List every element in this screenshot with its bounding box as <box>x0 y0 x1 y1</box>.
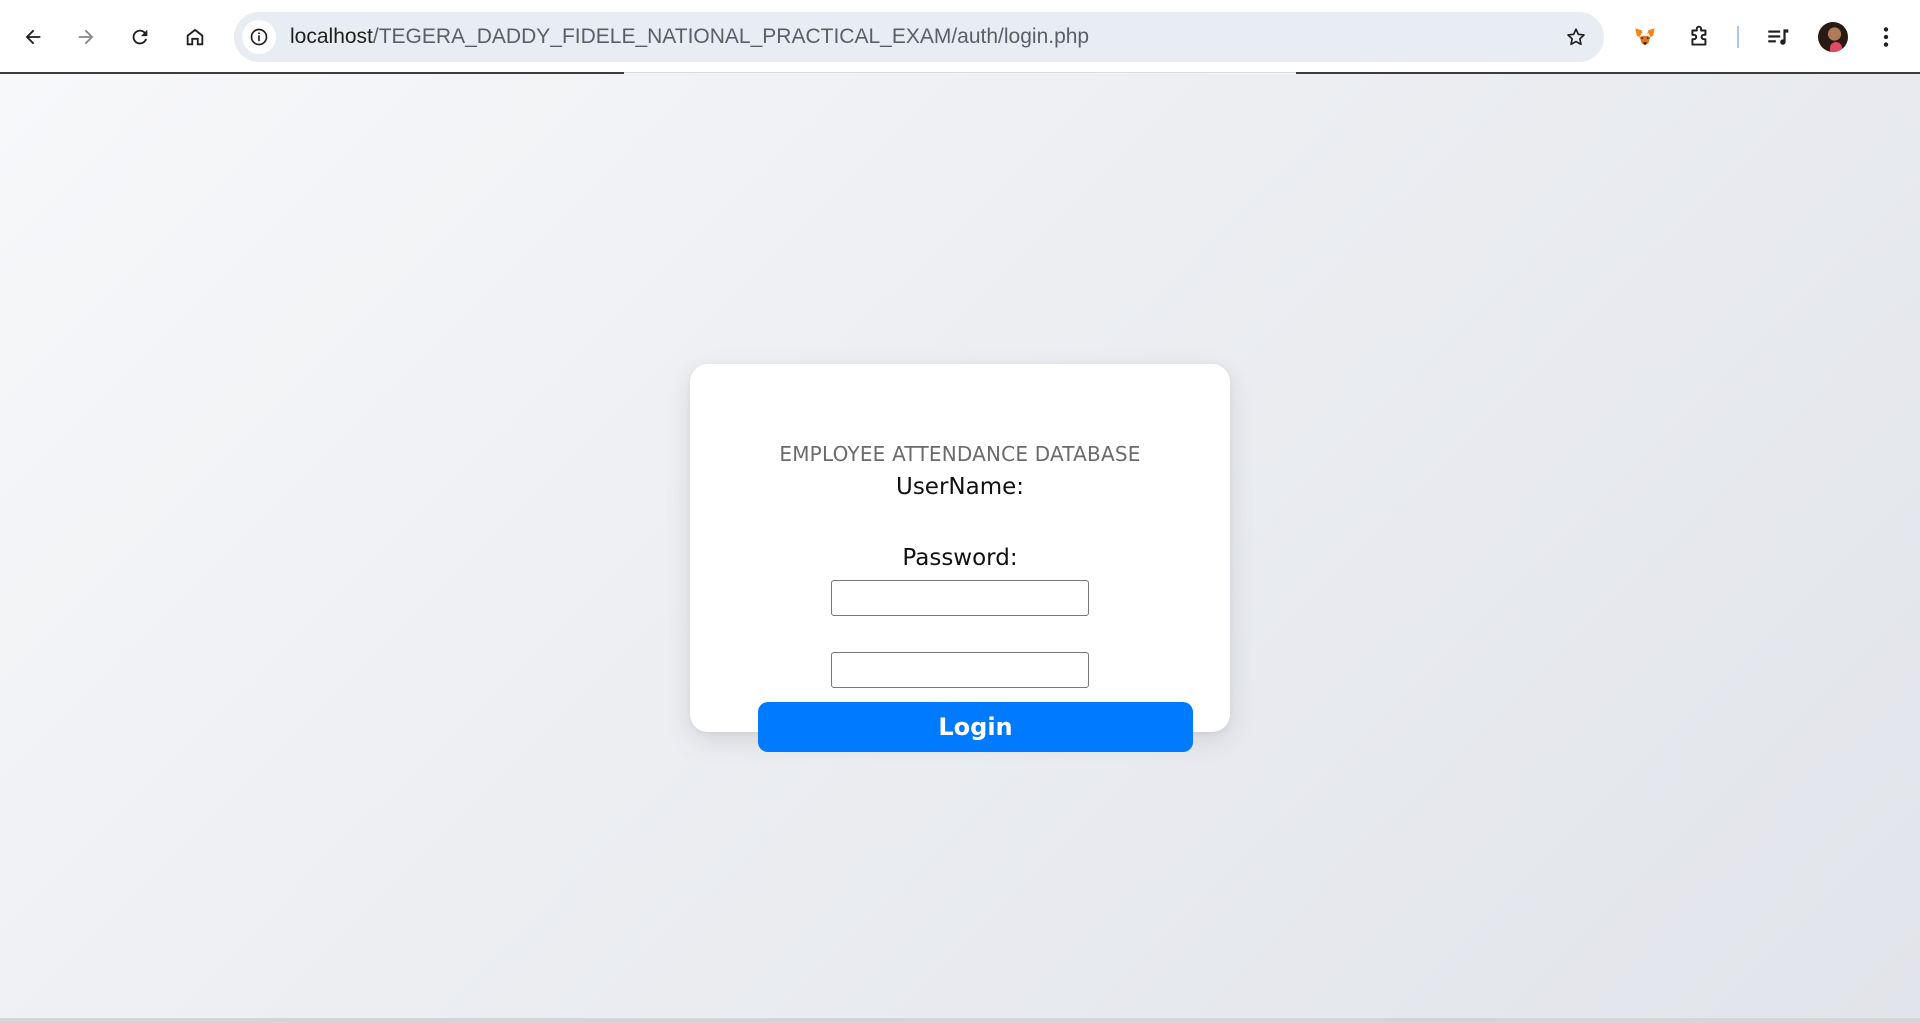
arrow-left-icon <box>25 29 41 45</box>
puzzle-icon <box>1691 25 1707 46</box>
bookmark-button[interactable] <box>1558 19 1594 55</box>
address-bar[interactable]: localhost/TEGERA_DADDY_FIDELE_NATIONAL_P… <box>234 12 1604 62</box>
password-input[interactable] <box>831 652 1089 688</box>
kebab-menu-icon <box>1883 27 1889 47</box>
back-button[interactable] <box>14 18 52 56</box>
avatar <box>1818 22 1848 52</box>
toolbar-divider <box>1737 26 1739 48</box>
page-content: EMPLOYEE ATTENDANCE DATABASE UserName: P… <box>0 74 1920 1023</box>
metamask-extension-button[interactable] <box>1626 18 1664 56</box>
profile-button[interactable] <box>1814 18 1852 56</box>
username-input[interactable] <box>831 580 1089 616</box>
home-button[interactable] <box>176 18 214 56</box>
login-card: EMPLOYEE ATTENDANCE DATABASE UserName: P… <box>690 364 1230 752</box>
media-controls-button[interactable] <box>1759 18 1797 56</box>
extensions-button[interactable] <box>1681 18 1719 56</box>
reload-button[interactable] <box>121 18 159 56</box>
bottom-edge <box>0 1018 1920 1023</box>
username-label: UserName: <box>895 474 1025 500</box>
arrow-right-icon <box>78 29 94 45</box>
login-button[interactable]: Login <box>758 702 1193 752</box>
browser-toolbar: localhost/TEGERA_DADDY_FIDELE_NATIONAL_P… <box>0 0 1920 73</box>
home-icon <box>186 28 204 46</box>
media-queue-icon <box>1768 29 1789 45</box>
url-text[interactable]: localhost/TEGERA_DADDY_FIDELE_NATIONAL_P… <box>290 12 1089 62</box>
fox-icon <box>1635 28 1655 46</box>
url-path: /TEGERA_DADDY_FIDELE_NATIONAL_PRACTICAL_… <box>372 25 1090 48</box>
forward-button[interactable] <box>67 18 105 56</box>
site-info-button[interactable] <box>242 20 276 54</box>
star-icon <box>1567 28 1585 46</box>
browser-menu-button[interactable] <box>1867 18 1905 56</box>
page-title: EMPLOYEE ATTENDANCE DATABASE <box>779 442 1141 466</box>
password-label: Password: <box>902 545 1018 571</box>
info-icon <box>250 28 268 46</box>
reload-icon <box>132 29 148 45</box>
url-host: localhost <box>290 25 373 48</box>
